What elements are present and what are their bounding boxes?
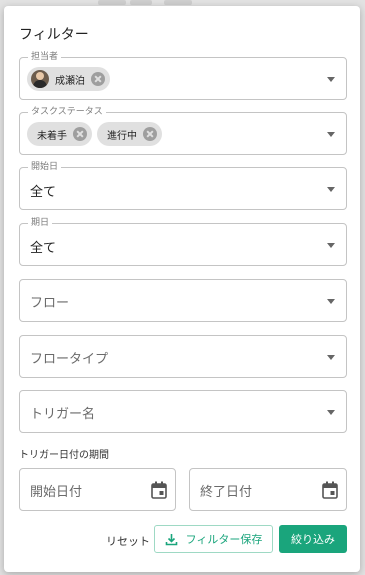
reset-button[interactable]: リセット — [102, 527, 154, 555]
assignee-chip[interactable]: 成瀬泊 — [27, 67, 110, 91]
background-tab — [130, 0, 152, 5]
close-circle-icon[interactable] — [91, 72, 105, 86]
status-chip-not-started[interactable]: 未着手 — [27, 122, 92, 146]
trigger-end-date-placeholder: 終了日付 — [200, 485, 253, 500]
trigger-end-date-input[interactable]: 終了日付 — [189, 468, 347, 511]
close-circle-icon[interactable] — [73, 127, 87, 141]
status-chip-label: 進行中 — [107, 130, 137, 142]
flow-type-select[interactable]: フロータイプ — [19, 335, 347, 378]
save-filter-button[interactable]: フィルター保存 — [154, 525, 273, 553]
assignee-label: 担当者 — [28, 51, 62, 63]
background-tab — [98, 0, 126, 5]
calendar-icon[interactable] — [322, 481, 338, 499]
flow-placeholder: フロー — [30, 296, 70, 311]
trigger-name-placeholder: トリガー名 — [30, 407, 96, 422]
chevron-down-icon[interactable] — [327, 355, 335, 360]
save-filter-label: フィルター保存 — [185, 533, 263, 546]
calendar-icon[interactable] — [151, 481, 167, 499]
chevron-down-icon[interactable] — [327, 299, 335, 304]
task-status-select[interactable]: タスクステータス 未着手 進行中 — [19, 106, 347, 155]
status-chip-label: 未着手 — [37, 130, 67, 142]
trigger-name-select[interactable]: トリガー名 — [19, 390, 347, 433]
due-date-value: 全て — [30, 241, 57, 256]
trigger-start-date-input[interactable]: 開始日付 — [19, 468, 176, 511]
close-circle-icon[interactable] — [143, 127, 157, 141]
trigger-start-date-placeholder: 開始日付 — [30, 485, 83, 500]
task-status-label: タスクステータス — [28, 106, 106, 118]
assignee-select[interactable]: 担当者 成瀬泊 — [19, 51, 347, 100]
chevron-down-icon[interactable] — [327, 187, 335, 192]
status-chip-in-progress[interactable]: 進行中 — [97, 122, 162, 146]
start-date-label: 開始日 — [28, 161, 62, 173]
due-date-label: 期日 — [28, 217, 53, 229]
due-date-select[interactable]: 期日 全て — [19, 217, 347, 266]
trigger-period-label: トリガー日付の期間 — [19, 450, 109, 461]
start-date-value: 全て — [30, 185, 57, 200]
background-tab — [164, 0, 192, 5]
chevron-down-icon[interactable] — [327, 410, 335, 415]
panel-title: フィルター — [19, 27, 89, 43]
filter-panel: フィルター 担当者 成瀬泊 タスクステータス 未着手 進行中 開始日 全て 期日… — [4, 6, 360, 572]
start-date-select[interactable]: 開始日 全て — [19, 161, 347, 210]
avatar — [31, 70, 49, 88]
chevron-down-icon[interactable] — [327, 77, 335, 82]
flow-type-placeholder: フロータイプ — [30, 352, 109, 367]
apply-filter-button[interactable]: 絞り込み — [279, 525, 347, 553]
download-icon — [165, 533, 177, 545]
flow-select[interactable]: フロー — [19, 279, 347, 322]
chevron-down-icon[interactable] — [327, 132, 335, 137]
assignee-chip-label: 成瀬泊 — [55, 75, 85, 87]
chevron-down-icon[interactable] — [327, 243, 335, 248]
